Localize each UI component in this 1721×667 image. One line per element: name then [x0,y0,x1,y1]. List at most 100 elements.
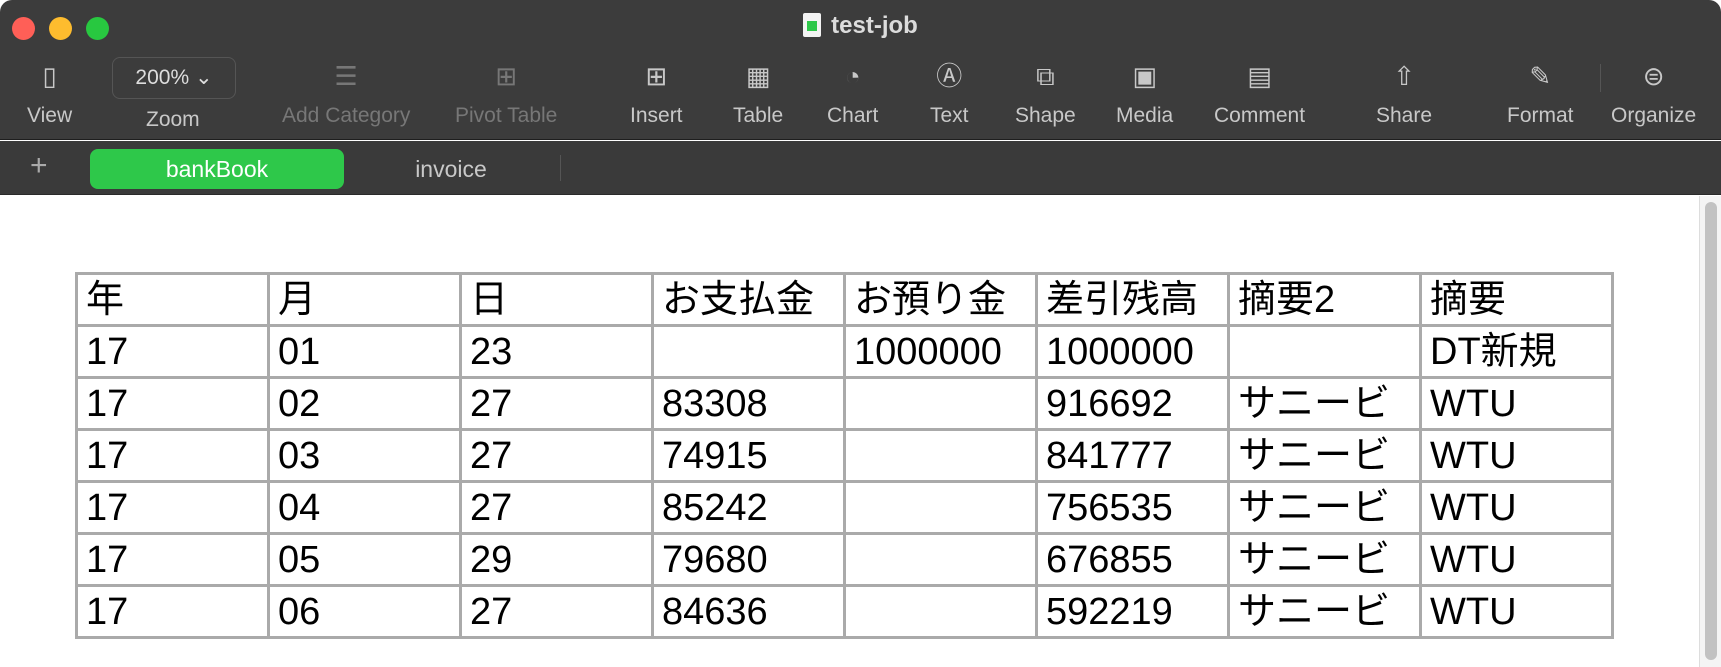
view-button[interactable]: ▯ View [27,58,72,128]
shape-label: Shape [1015,104,1076,127]
table-cell[interactable]: 916692 [1035,376,1230,431]
table-cell[interactable]: 27 [459,480,654,535]
zoom-label-wrap: Zoom [146,98,200,132]
table-cell[interactable]: 85242 [651,480,846,535]
insert-label: Insert [630,104,683,127]
table-row: 17 05 29 79680 676855 サニービ WTU [75,532,1614,587]
table-cell[interactable]: 1000000 [1035,324,1230,379]
table-cell[interactable]: 27 [459,584,654,639]
table-cell[interactable]: 29 [459,532,654,587]
table-cell[interactable]: 756535 [1035,480,1230,535]
table-cell[interactable]: 83308 [651,376,846,431]
table-cell[interactable]: サニービ [1227,428,1422,483]
table-cell[interactable]: 27 [459,428,654,483]
toolbar-divider [1600,64,1601,92]
table-cell[interactable]: DT新規 [1419,324,1614,379]
table-cell[interactable]: 01 [267,324,462,379]
shape-icon: ⧉ [1036,61,1055,91]
table-cell[interactable] [843,532,1038,587]
bankbook-table[interactable]: 年月日お支払金 お預り金 差引残高 摘要2 摘要 17 01 23 1000000 1000000… [75,272,1614,639]
share-button[interactable]: ⇧ Share [1376,58,1432,128]
table-cell[interactable]: 17 [75,480,270,535]
pie-chart-icon: ◔ [844,61,861,91]
table-button[interactable]: ▦ Table [733,58,783,128]
column-header[interactable]: 月 [267,272,462,327]
column-header[interactable]: 摘要 [1419,272,1614,327]
text-box-icon: Ⓐ [936,61,963,91]
format-button[interactable]: ✎ Format [1507,58,1574,128]
table-cell[interactable]: サニービ [1227,532,1422,587]
table-cell[interactable]: 17 [75,584,270,639]
column-header[interactable]: お預り金 [843,272,1038,327]
column-header[interactable]: 年 [75,272,270,327]
media-button[interactable]: ▣ Media [1116,58,1173,128]
comment-icon: ▤ [1247,61,1272,91]
photo-icon: ▣ [1132,61,1157,91]
pivot-table-label: Pivot Table [455,104,558,127]
organize-button[interactable]: ⊜ Organize [1611,58,1696,128]
chart-button[interactable]: ◔ Chart [827,58,878,128]
scrollbar-thumb[interactable] [1705,202,1717,660]
media-label: Media [1116,104,1174,127]
list-icon: ☰ [334,61,358,91]
table-cell[interactable]: 02 [267,376,462,431]
table-cell[interactable]: 05 [267,532,462,587]
table-cell[interactable]: 74915 [651,428,846,483]
paintbrush-icon: ✎ [1529,61,1552,91]
shape-button[interactable]: ⧉ Shape [1015,58,1076,128]
table-cell[interactable]: サニービ [1227,376,1422,431]
table-cell[interactable]: サニービ [1227,584,1422,639]
table-cell[interactable]: 17 [75,376,270,431]
table-cell[interactable]: WTU [1419,376,1614,431]
chart-label: Chart [827,104,879,127]
column-header[interactable]: 差引残高 [1035,272,1230,327]
table-cell[interactable]: 23 [459,324,654,379]
table-cell[interactable]: 79680 [651,532,846,587]
add-category-label: Add Category [282,104,411,127]
table-cell[interactable]: WTU [1419,480,1614,535]
pivot-table-icon: ⊞ [495,61,518,91]
pivot-table-button[interactable]: ⊞ Pivot Table [455,58,557,128]
organize-icon: ⊜ [1642,61,1665,91]
sheet-tab-bankbook[interactable]: bankBook [90,149,344,189]
table-cell[interactable]: 676855 [1035,532,1230,587]
sheet-tab-invoice[interactable]: invoice [324,149,578,189]
table-cell[interactable] [1227,324,1422,379]
table-cell[interactable]: 592219 [1035,584,1230,639]
table-cell[interactable]: 03 [267,428,462,483]
comment-label: Comment [1214,104,1306,127]
table-cell[interactable]: 17 [75,324,270,379]
table-cell[interactable] [843,428,1038,483]
add-category-button[interactable]: ☰ Add Category [282,58,410,128]
table-cell[interactable]: 1000000 [843,324,1038,379]
table-cell[interactable]: 27 [459,376,654,431]
text-button[interactable]: Ⓐ Text [930,58,969,128]
table-cell[interactable]: 84636 [651,584,846,639]
table-cell[interactable] [843,376,1038,431]
table-cell[interactable]: 17 [75,428,270,483]
zoom-dropdown[interactable]: 200% ⌄ [112,57,236,99]
text-label: Text [930,104,969,127]
numbers-window: test-job ▯ View 200% ⌄ Zoom ☰ Add Category… [0,0,1721,667]
column-header[interactable]: お支払金 [651,272,846,327]
table-cell[interactable] [843,584,1038,639]
table-label: Table [733,104,784,127]
organize-label: Organize [1611,104,1697,127]
table-cell[interactable] [651,324,846,379]
table-cell[interactable]: WTU [1419,584,1614,639]
table-cell[interactable]: 06 [267,584,462,639]
sheet-tab-bar: + bankBook invoice [0,141,1721,195]
table-cell[interactable]: 17 [75,532,270,587]
table-cell[interactable]: WTU [1419,532,1614,587]
table-cell[interactable]: 841777 [1035,428,1230,483]
table-cell[interactable] [843,480,1038,535]
insert-button[interactable]: ⊞ Insert [630,58,683,128]
column-header[interactable]: 日 [459,272,654,327]
add-sheet-button[interactable]: + [30,149,48,183]
vertical-scrollbar[interactable] [1699,196,1721,667]
comment-button[interactable]: ▤ Comment [1214,58,1305,128]
table-cell[interactable]: 04 [267,480,462,535]
column-header[interactable]: 摘要2 [1227,272,1422,327]
table-cell[interactable]: サニービ [1227,480,1422,535]
table-cell[interactable]: WTU [1419,428,1614,483]
